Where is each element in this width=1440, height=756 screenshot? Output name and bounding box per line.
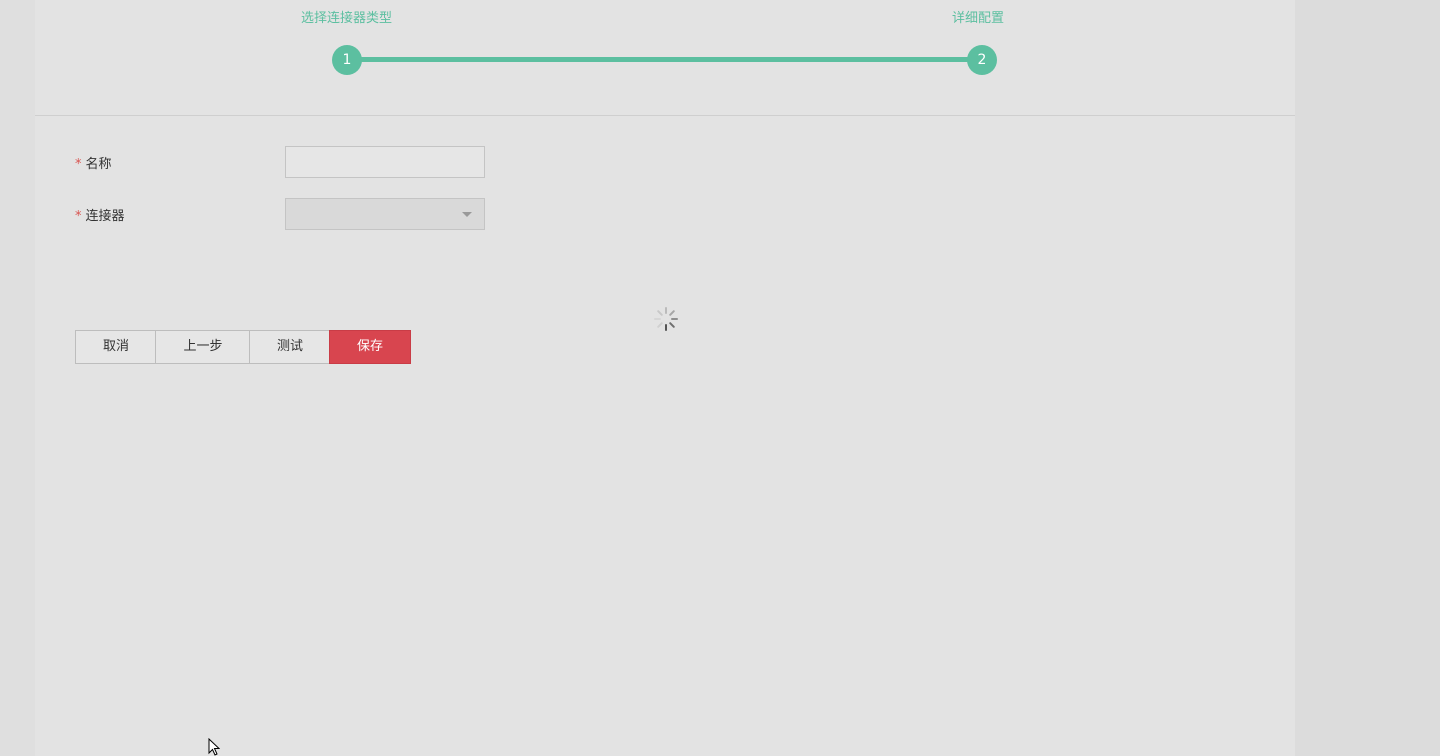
- name-input[interactable]: [285, 146, 485, 178]
- name-label-text: 名称: [85, 157, 112, 172]
- required-mark: *: [75, 157, 82, 172]
- cancel-button[interactable]: 取消: [75, 330, 157, 364]
- mouse-cursor-icon: [208, 738, 220, 756]
- step-1-label: 选择连接器类型: [301, 11, 393, 26]
- step-indicator: 选择连接器类型 详细配置 1 2: [35, 0, 1295, 116]
- chevron-down-icon: [462, 212, 472, 217]
- connector-label: * 连接器: [75, 205, 125, 224]
- step-2-circle: 2: [967, 45, 997, 75]
- connector-label-text: 连接器: [85, 209, 125, 224]
- test-button[interactable]: 测试: [249, 330, 331, 364]
- loading-spinner-icon: [654, 307, 678, 331]
- step-1-circle: 1: [332, 45, 362, 75]
- right-sidebar-background: [1295, 0, 1440, 756]
- previous-step-button[interactable]: 上一步: [155, 330, 251, 364]
- connector-select[interactable]: [285, 198, 485, 230]
- save-button[interactable]: 保存: [329, 330, 411, 364]
- step-2-label: 详细配置: [952, 11, 1005, 26]
- step-progress-line: [347, 57, 983, 62]
- main-panel: 选择连接器类型 详细配置 1 2 * 名称 * 连接器 取消 上一步 测试 保存: [35, 0, 1295, 756]
- name-label: * 名称: [75, 153, 112, 172]
- required-mark: *: [75, 209, 82, 224]
